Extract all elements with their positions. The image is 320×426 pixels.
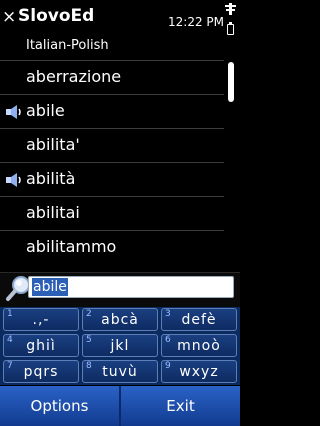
speaker-icon <box>6 105 21 119</box>
list-item[interactable]: abilità <box>0 162 224 196</box>
word-list: aberrazione abile abilita' abilità abili… <box>0 60 224 272</box>
key-3[interactable]: 3 defè <box>161 308 237 331</box>
options-label: Options <box>30 397 89 415</box>
key-6[interactable]: 6 mnoò <box>161 334 237 357</box>
key-7[interactable]: 7 pqrs <box>3 360 79 383</box>
app-title: SlovoEd <box>18 6 95 26</box>
title-bar: × SlovoEd 12:22 PM <box>0 0 240 36</box>
close-icon[interactable]: × <box>2 7 16 27</box>
list-item[interactable]: abilitammo <box>0 230 224 264</box>
key-letters: jkl <box>110 338 130 354</box>
key-8[interactable]: 8 tuvù <box>82 360 158 383</box>
word-label: abilitai <box>26 203 80 222</box>
list-item[interactable]: abilitai <box>0 196 224 230</box>
softkey-bar: Options Exit <box>0 386 240 426</box>
clock: 12:22 PM <box>168 15 224 29</box>
key-2[interactable]: 2 abcà <box>82 308 158 331</box>
key-letters: pqrs <box>23 364 59 380</box>
word-label: abilita' <box>26 135 80 154</box>
key-letters: wxyz <box>179 364 219 380</box>
key-1[interactable]: 1 .,- <box>3 308 79 331</box>
key-letters: ghiì <box>26 338 56 354</box>
signal-icon <box>225 3 236 15</box>
exit-label: Exit <box>166 397 195 415</box>
keypad: 1 .,- 2 abcà 3 defè 4 ghiì 5 jkl 6 mnoò … <box>0 307 240 385</box>
key-9[interactable]: 9 wxyz <box>161 360 237 383</box>
exit-button[interactable]: Exit <box>121 386 240 426</box>
key-letters: mnoò <box>177 338 221 354</box>
word-label: abilitammo <box>26 237 117 256</box>
key-letters: abcà <box>101 312 139 328</box>
list-item[interactable]: abile <box>0 94 224 128</box>
scrollbar-thumb[interactable] <box>228 62 234 102</box>
word-label: aberrazione <box>26 67 122 86</box>
key-letters: .,- <box>32 312 50 328</box>
key-letters: defè <box>181 312 217 328</box>
key-4[interactable]: 4 ghiì <box>3 334 79 357</box>
options-button[interactable]: Options <box>0 386 119 426</box>
list-item[interactable]: aberrazione <box>0 60 224 94</box>
battery-icon <box>227 22 234 35</box>
key-5[interactable]: 5 jkl <box>82 334 158 357</box>
dictionary-name: Italian-Polish <box>26 38 109 53</box>
search-input-text: abile <box>32 278 68 296</box>
search-input[interactable]: abile <box>28 276 234 298</box>
speaker-icon <box>6 173 21 187</box>
key-letters: tuvù <box>102 364 138 380</box>
list-item[interactable]: abilita' <box>0 128 224 162</box>
word-label: abilità <box>26 169 76 188</box>
word-label: abile <box>26 101 65 120</box>
